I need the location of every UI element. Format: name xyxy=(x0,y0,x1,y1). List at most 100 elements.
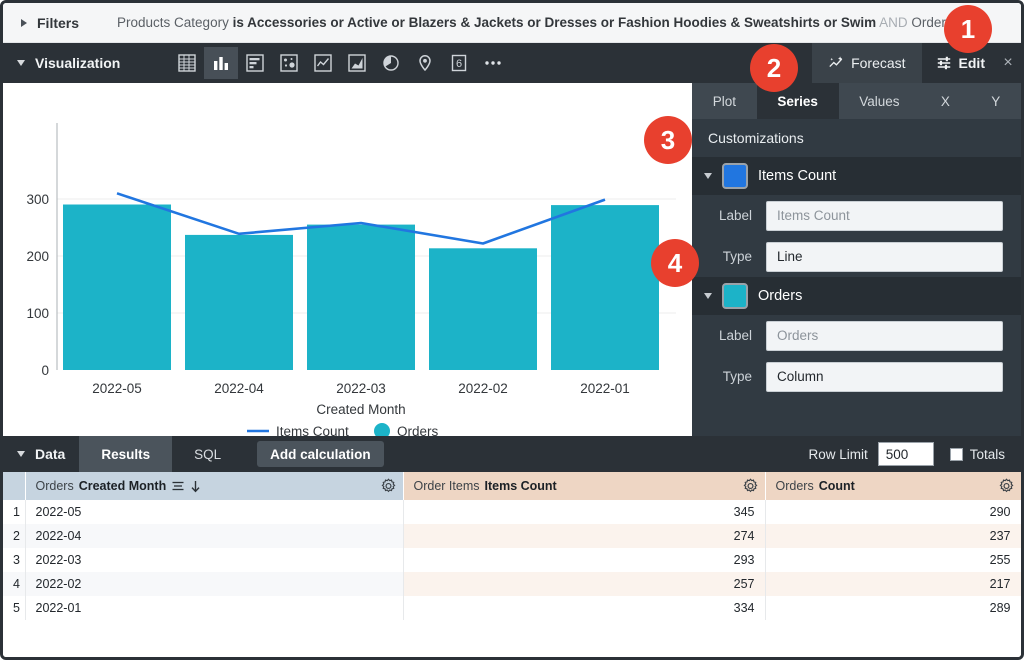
cell-items-count[interactable]: 274 xyxy=(403,524,765,548)
cell-items-count[interactable]: 345 xyxy=(403,500,765,524)
filters-expression[interactable]: Products Category is Accessories or Acti… xyxy=(117,15,971,30)
cell-orders-count[interactable]: 289 xyxy=(765,596,1021,620)
series-color-swatch-orders[interactable] xyxy=(722,283,748,309)
series-header-items-count[interactable]: Items Count xyxy=(692,157,1021,195)
table-row[interactable]: 2 2022-04 274 237 xyxy=(3,524,1021,548)
totals-label: Totals xyxy=(970,447,1005,462)
visualization-header: Visualization xyxy=(3,43,1021,83)
filter-expr-part-2: AND xyxy=(876,15,911,30)
edit-label: Edit xyxy=(959,55,985,71)
tab-values[interactable]: Values xyxy=(839,83,921,119)
series-type-input-orders[interactable]: Column xyxy=(766,362,1003,392)
column-header-created-month[interactable]: Orders Created Month xyxy=(25,472,403,500)
totals-toggle[interactable]: Totals xyxy=(950,447,1005,462)
gear-icon[interactable] xyxy=(999,479,1014,494)
row-index: 2 xyxy=(3,524,25,548)
data-collapse-toggle[interactable]: Data xyxy=(3,446,79,462)
settings-sliders-icon xyxy=(936,55,952,71)
visualization-collapse-toggle[interactable]: Visualization xyxy=(3,55,128,71)
cell-created-month[interactable]: 2022-03 xyxy=(25,548,403,572)
legend-marker-orders xyxy=(374,423,390,436)
add-calculation-button[interactable]: Add calculation xyxy=(257,441,384,467)
y-axis-ticks: 0 100 200 300 xyxy=(26,192,49,378)
column-header-items-count[interactable]: Order Items Items Count xyxy=(403,472,765,500)
cell-created-month[interactable]: 2022-04 xyxy=(25,524,403,548)
cell-created-month[interactable]: 2022-02 xyxy=(25,572,403,596)
series-label-input-orders[interactable]: Orders xyxy=(766,321,1003,351)
table-row[interactable]: 5 2022-01 334 289 xyxy=(3,596,1021,620)
cell-items-count[interactable]: 257 xyxy=(403,572,765,596)
row-index: 5 xyxy=(3,596,25,620)
series-header-orders[interactable]: Orders xyxy=(692,277,1021,315)
results-table: Orders Created Month Order Items Items C… xyxy=(3,472,1021,620)
cell-orders-count[interactable]: 217 xyxy=(765,572,1021,596)
scatter-chart-icon[interactable] xyxy=(272,47,306,79)
svg-text:300: 300 xyxy=(26,192,49,207)
combo-chart: 0 100 200 300 xyxy=(3,83,676,436)
tab-x[interactable]: X xyxy=(920,83,970,119)
sort-descending-icon[interactable] xyxy=(190,480,201,493)
gear-icon[interactable] xyxy=(743,479,758,494)
close-icon[interactable]: × xyxy=(995,43,1021,83)
row-limit-input[interactable]: 500 xyxy=(878,442,934,466)
cell-orders-count[interactable]: 290 xyxy=(765,500,1021,524)
triangle-down-icon xyxy=(17,451,25,457)
chart-area[interactable]: 0 100 200 300 xyxy=(3,83,692,436)
single-value-icon[interactable]: 6 xyxy=(442,47,476,79)
cell-created-month[interactable]: 2022-05 xyxy=(25,500,403,524)
x-axis-title: Created Month xyxy=(316,402,405,417)
table-row[interactable]: 4 2022-02 257 217 xyxy=(3,572,1021,596)
bar-2022-04 xyxy=(185,235,293,370)
tab-sql[interactable]: SQL xyxy=(172,436,243,472)
column-prefix: Order Items xyxy=(414,479,480,493)
series-settings-panel: Plot Series Values X Y Customizations It… xyxy=(692,83,1021,436)
series-color-swatch-items-count[interactable] xyxy=(722,163,748,189)
triangle-right-icon[interactable] xyxy=(21,19,27,27)
column-prefix: Orders xyxy=(36,479,74,493)
bar-2022-03 xyxy=(307,225,415,370)
series-label-input-items-count[interactable]: Items Count xyxy=(766,201,1003,231)
area-chart-icon[interactable] xyxy=(340,47,374,79)
svg-text:2022-01: 2022-01 xyxy=(580,381,630,396)
pie-chart-icon[interactable] xyxy=(374,47,408,79)
x-axis-ticks: 2022-05 2022-04 2022-03 2022-02 2022-01 xyxy=(92,381,630,396)
forecast-label: Forecast xyxy=(851,55,905,71)
tab-results[interactable]: Results xyxy=(79,436,172,472)
callout-badge-3: 3 xyxy=(644,116,692,164)
series-type-input-items-count[interactable]: Line xyxy=(766,242,1003,272)
line-chart-icon[interactable] xyxy=(306,47,340,79)
totals-checkbox[interactable] xyxy=(950,448,963,461)
filters-bar[interactable]: Filters Products Category is Accessories… xyxy=(3,3,1021,43)
cell-items-count[interactable]: 293 xyxy=(403,548,765,572)
table-icon[interactable] xyxy=(170,47,204,79)
bar-2022-05 xyxy=(63,205,171,371)
more-options-icon[interactable] xyxy=(476,47,510,79)
data-title: Data xyxy=(35,446,65,462)
gear-icon[interactable] xyxy=(381,479,396,494)
cell-orders-count[interactable]: 237 xyxy=(765,524,1021,548)
forecast-button[interactable]: Forecast xyxy=(812,43,921,83)
cell-items-count[interactable]: 334 xyxy=(403,596,765,620)
column-chart-icon[interactable] xyxy=(204,47,238,79)
cell-orders-count[interactable]: 255 xyxy=(765,548,1021,572)
filter-icon[interactable] xyxy=(171,480,185,492)
callout-badge-4: 4 xyxy=(651,239,699,287)
bar-chart-icon[interactable] xyxy=(238,47,272,79)
table-row[interactable]: 1 2022-05 345 290 xyxy=(3,500,1021,524)
row-index-header xyxy=(3,472,25,500)
cell-created-month[interactable]: 2022-01 xyxy=(25,596,403,620)
row-limit-label: Row Limit xyxy=(808,447,867,462)
filter-expr-part-1: is Accessories or Active or Blazers & Ja… xyxy=(233,15,877,30)
results-table-container[interactable]: Orders Created Month Order Items Items C… xyxy=(3,472,1021,660)
table-row[interactable]: 3 2022-03 293 255 xyxy=(3,548,1021,572)
column-header-orders-count[interactable]: Orders Count xyxy=(765,472,1021,500)
map-icon[interactable] xyxy=(408,47,442,79)
callout-badge-2: 2 xyxy=(750,44,798,92)
svg-text:2022-04: 2022-04 xyxy=(214,381,264,396)
row-index: 3 xyxy=(3,548,25,572)
tab-plot[interactable]: Plot xyxy=(692,83,757,119)
tab-y[interactable]: Y xyxy=(971,83,1021,119)
svg-text:200: 200 xyxy=(26,249,49,264)
chart-legend: Items Count Orders xyxy=(247,423,439,436)
legend-label-items-count: Items Count xyxy=(276,424,349,436)
